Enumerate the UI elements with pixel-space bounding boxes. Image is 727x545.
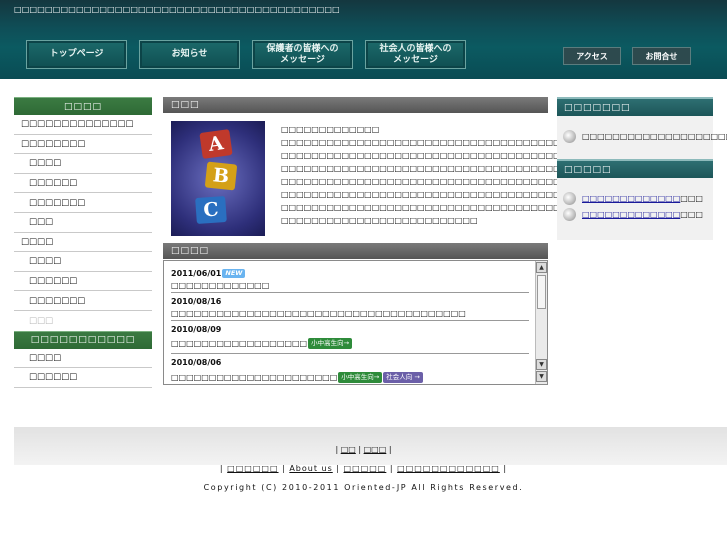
news-item-text[interactable]: □□□□□□□□□□□□□ bbox=[171, 281, 269, 290]
abc-blocks-image: A B C bbox=[171, 121, 265, 236]
bullet-icon bbox=[563, 207, 576, 221]
adult-tag[interactable]: 社会人向 → bbox=[383, 371, 423, 383]
greeting-line: □□□□□□□□□□□□□□□□□□□□□□□□□□□□□□□□□□□□□□□□… bbox=[281, 177, 591, 186]
nav-adults-label-line2: メッセージ bbox=[393, 54, 438, 65]
nav-top-page-label: トップページ bbox=[49, 49, 104, 59]
student-tag[interactable]: 小中高生向→ bbox=[338, 371, 383, 383]
footer-link[interactable]: □□□□□□□□□□□□ bbox=[397, 464, 500, 473]
nav-parents-label-line1: 保護者の皆様への bbox=[266, 43, 339, 54]
site-tagline: □□□□□□□□□□□□□□□□□□□□□□□□□□□□□□□□□□□□□□□□… bbox=[14, 5, 340, 14]
news-date: 2010/08/16 bbox=[171, 297, 222, 306]
footer-link-about[interactable]: About us bbox=[289, 464, 332, 473]
sidebar-item[interactable]: □□□□ bbox=[14, 252, 152, 272]
right-list-item[interactable]: □□□□□□□□□□□□□ □□□ bbox=[563, 190, 707, 206]
footer-links-row-2: | □□□□□□ | About us | □□□□□ | □□□□□□□□□□… bbox=[219, 464, 508, 473]
sidebar-item[interactable]: □□□ bbox=[14, 212, 152, 233]
nav-news-button[interactable]: お知らせ bbox=[139, 40, 240, 69]
right-box-1: □□□□□□□□□□□□□□□□□□□□ bbox=[557, 116, 727, 159]
news-item[interactable]: □□□□□□□□□□□□□□□□□□□□□□ 小中高生向→ 社会人向 → bbox=[171, 367, 529, 384]
student-tag[interactable]: 小中高生向→ bbox=[308, 338, 353, 349]
news-scrollbar[interactable]: ▲ ▼ ▼ bbox=[535, 261, 547, 384]
greeting-line: □□□□□□□□□□□□□□□□□□□□□□□□□□□□□□□□□□□□□□□□… bbox=[281, 190, 607, 199]
main-content: □□□ A B C □□□□□□□□□□□□□ □□□□□□□□□□□□□□□□… bbox=[163, 97, 651, 385]
right-item-link[interactable]: □□□□□□□□□□□□□ bbox=[582, 194, 680, 203]
greeting-line: □□□□□□□□□□□□□□□□□□□□□□□□□□□□□□□□□□□□□□□□… bbox=[281, 164, 599, 173]
site-header: □□□□□□□□□□□□□□□□□□□□□□□□□□□□□□□□□□□□□□□□… bbox=[0, 0, 727, 79]
right-item-link[interactable]: □□□□□□□□□□□□□ bbox=[582, 210, 680, 219]
block-c: C bbox=[195, 195, 227, 225]
news-item[interactable]: □□□□□□□□□□□□□ bbox=[171, 278, 529, 293]
sidebar-item-disabled: □□□ bbox=[14, 310, 152, 331]
nav-adults-label-line1: 社会人の皆様への bbox=[379, 43, 452, 54]
news-item-text[interactable]: □□□□□□□□□□□□□□□□□□ bbox=[171, 339, 307, 348]
nav-news-label: お知らせ bbox=[171, 49, 208, 59]
news-date-row: 2010/08/06 bbox=[171, 354, 529, 367]
footer-link[interactable]: □□□□□□ bbox=[227, 464, 278, 473]
right-item-text: □□□□□□□□□□□□□□□□□□□□ bbox=[582, 131, 727, 141]
news-date-row: 2010/08/16 bbox=[171, 293, 529, 306]
nav-parents-message-button[interactable]: 保護者の皆様への メッセージ bbox=[252, 40, 353, 69]
greeting-line: □□□□□□□□□□□□□□□□□□□□□□□□□□□□□□□□□□□□□□□□… bbox=[281, 151, 637, 160]
sidebar-item[interactable]: □□□□ bbox=[14, 232, 152, 253]
sidebar-item[interactable]: □□□□□□□ bbox=[14, 291, 152, 311]
news-item[interactable]: □□□□□□□□□□□□□□□□□□□□□□□□□□□□□□□□□□□□□□□ bbox=[171, 306, 529, 321]
scroll-end-icon[interactable]: ▼ bbox=[536, 371, 547, 382]
sidebar-item[interactable]: □□□□□□□ bbox=[14, 193, 152, 213]
greeting-line: □□□□□□□□□□□□□□□□□□□□□□□□□□□□□□□□□□□□□□□ bbox=[281, 138, 576, 147]
news-date-row: 2011/06/01 NEW bbox=[171, 265, 529, 278]
news-heading: □□□□ bbox=[163, 243, 548, 259]
new-badge: NEW bbox=[222, 269, 246, 278]
nav-parents-label-line2: メッセージ bbox=[280, 54, 325, 65]
right-item-text: □□□ bbox=[680, 209, 703, 219]
greeting-text: □□□□□□□□□□□□□ □□□□□□□□□□□□□□□□□□□□□□□□□□… bbox=[281, 123, 652, 227]
block-a: A bbox=[199, 129, 233, 159]
news-date: 2010/08/06 bbox=[171, 358, 222, 367]
footer-links-row-1: | □□ | □□□ | bbox=[335, 445, 392, 454]
greeting-line: □□□□□□□□□□□□□□□□□□□□□□□□□□□□□□□□□□□□□□□□… bbox=[281, 203, 652, 212]
greeting-line: □□□□□□□□□□□□□□□□□□□□□□□□□□ bbox=[281, 216, 478, 225]
greeting-box: A B C □□□□□□□□□□□□□ □□□□□□□□□□□□□□□□□□□□… bbox=[163, 113, 652, 240]
contact-button[interactable]: お問合せ bbox=[632, 47, 691, 65]
sidebar-item[interactable]: □□□□□□□□□□□□□□ bbox=[14, 115, 152, 135]
right-box-2: □□□□□□□□□□□□□ □□□ □□□□□□□□□□□□□ □□□ bbox=[557, 178, 713, 240]
news-panel[interactable]: 2011/06/01 NEW □□□□□□□□□□□□□ 2010/08/16 … bbox=[163, 260, 548, 385]
footer-link[interactable]: □□□□□ bbox=[344, 464, 387, 473]
news-date-row: 2010/08/09 bbox=[171, 321, 529, 334]
bullet-icon bbox=[563, 129, 576, 143]
news-date: 2011/06/01 bbox=[171, 269, 222, 278]
sidebar-item[interactable]: □□□□□□ bbox=[14, 271, 152, 292]
copyright-text: Copyright (C) 2010-2011 Oriented-JP All … bbox=[203, 483, 524, 492]
right-heading-2: □□□□□ bbox=[557, 159, 713, 178]
right-list-item[interactable]: □□□□□□□□□□□□□ □□□ bbox=[563, 206, 707, 222]
bullet-icon bbox=[563, 191, 576, 205]
block-b: B bbox=[204, 161, 238, 191]
sidebar-item[interactable]: □□□□ bbox=[14, 154, 152, 174]
footer-link[interactable]: □□ bbox=[341, 445, 356, 454]
nav-top-page-button[interactable]: トップページ bbox=[26, 40, 127, 69]
news-item-text[interactable]: □□□□□□□□□□□□□□□□□□□□□□ bbox=[171, 373, 337, 382]
footer-link[interactable]: □□□ bbox=[364, 445, 387, 454]
left-sidebar: □□□□ □□□□□□□□□□□□□□ □□□□□□□□ □□□□ □□□□□□… bbox=[14, 97, 152, 388]
right-heading-1: □□□□□□□ bbox=[557, 97, 713, 116]
sidebar-item[interactable]: □□□□□□□□ bbox=[14, 134, 152, 155]
news-item[interactable]: □□□□□□□□□□□□□□□□□□ 小中高生向→ bbox=[171, 334, 529, 354]
scroll-up-icon[interactable]: ▲ bbox=[536, 262, 547, 273]
news-date: 2010/08/09 bbox=[171, 325, 222, 334]
nav-adults-message-button[interactable]: 社会人の皆様への メッセージ bbox=[365, 40, 466, 69]
scroll-thumb[interactable] bbox=[537, 275, 546, 309]
sidebar-item[interactable]: □□□□□□ bbox=[14, 173, 152, 194]
greeting-heading: □□□ bbox=[163, 97, 548, 113]
right-list-item: □□□□□□□□□□□□□□□□□□□□ bbox=[563, 128, 727, 144]
sidebar-item[interactable]: □□□□□□ bbox=[14, 368, 152, 388]
right-sidebar: □□□□□□□ □□□□□□□□□□□□□□□□□□□□ □□□□□ □□□□□… bbox=[557, 97, 727, 240]
news-item-text[interactable]: □□□□□□□□□□□□□□□□□□□□□□□□□□□□□□□□□□□□□□□ bbox=[171, 309, 466, 318]
left-sidebar-heading: □□□□ bbox=[14, 97, 152, 115]
news-list: 2011/06/01 NEW □□□□□□□□□□□□□ 2010/08/16 … bbox=[171, 265, 529, 384]
access-button[interactable]: アクセス bbox=[563, 47, 621, 65]
sidebar-item[interactable]: □□□□ bbox=[14, 348, 152, 369]
left-sidebar-heading-2: □□□□□□□□□□□ bbox=[14, 330, 152, 349]
right-item-text: □□□ bbox=[680, 193, 703, 203]
scroll-down-icon[interactable]: ▼ bbox=[536, 359, 547, 370]
greeting-line: □□□□□□□□□□□□□ bbox=[281, 125, 380, 134]
